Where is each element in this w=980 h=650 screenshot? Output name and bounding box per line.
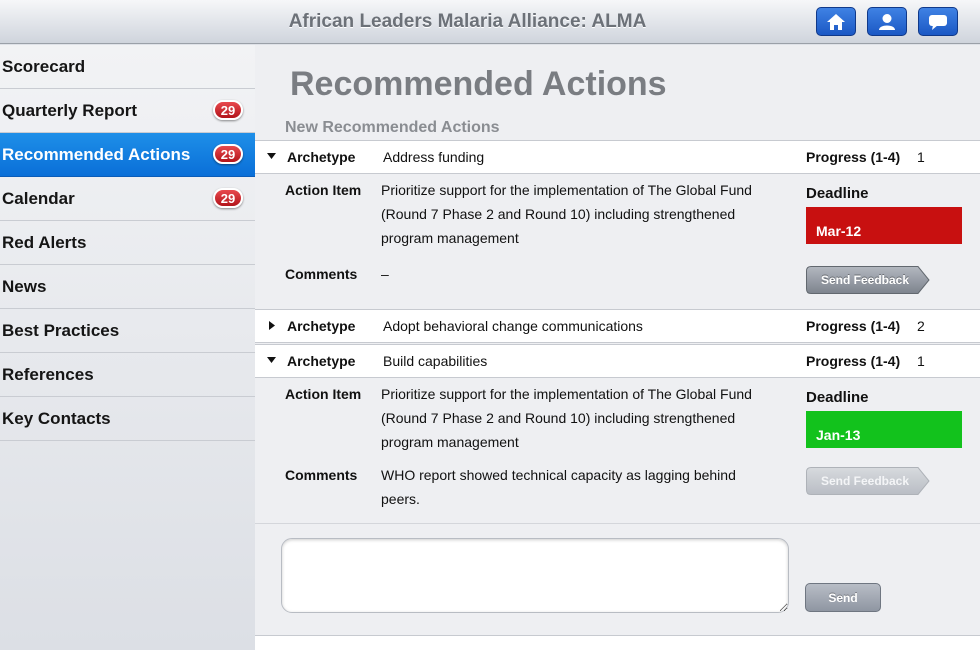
progress-value: 1 [917,149,925,165]
sidebar-item-label: Key Contacts [2,408,111,428]
sidebar-item-recommended-actions[interactable]: Recommended Actions 29 [0,133,255,177]
action-item-text: Prioritize support for the implementatio… [381,182,752,246]
archetype-row-address-funding[interactable]: Archetype Address funding Progress (1-4)… [255,140,980,174]
progress-value: 2 [917,318,925,334]
sidebar-item-references[interactable]: References [0,353,255,397]
top-bar: African Leaders Malaria Alliance: ALMA [0,0,980,44]
comments-text: – [381,266,389,282]
sidebar-item-label: Red Alerts [2,232,87,252]
disclosure-right-icon [269,321,275,330]
bottom-bar [255,635,980,650]
send-feedback-label: Send Feedback [820,474,910,488]
deadline-label: Deadline [806,185,869,202]
send-feedback-button[interactable]: Send Feedback [806,266,930,294]
sidebar: Scorecard Quarterly Report 29 Recommende… [0,45,255,650]
notification-badge: 29 [213,100,243,120]
main-content: Recommended Actions New Recommended Acti… [255,45,980,650]
comments-label: Comments [285,266,358,282]
archetype-label: Archetype [287,353,356,369]
deadline-value: Mar-12 [806,207,962,244]
page-title: Recommended Actions [290,65,667,103]
notification-badge: 29 [213,188,243,208]
messages-button[interactable] [918,7,958,36]
sidebar-item-quarterly-report[interactable]: Quarterly Report 29 [0,89,255,133]
disclosure-down-icon [267,153,276,159]
disclosure-down-icon [267,357,276,363]
sidebar-item-label: Recommended Actions [2,144,191,164]
sidebar-item-best-practices[interactable]: Best Practices [0,309,255,353]
chat-bubble-icon [929,14,947,30]
send-feedback-label: Send Feedback [820,273,910,287]
progress-label: Progress (1-4) [806,353,901,369]
sidebar-item-label: References [2,364,94,384]
comment-input[interactable] [281,538,789,613]
sidebar-item-label: Scorecard [2,56,86,76]
archetype-label: Archetype [287,149,356,165]
send-feedback-button-disabled[interactable]: Send Feedback [806,467,930,495]
action-item-label: Action Item [285,182,362,198]
comments-label: Comments [285,467,358,483]
divider [255,523,980,524]
sidebar-item-label: Best Practices [2,320,120,340]
progress-value: 1 [917,353,925,369]
home-button[interactable] [816,7,856,36]
deadline-value: Jan-13 [806,411,962,448]
action-item-label: Action Item [285,386,362,402]
notification-badge: 29 [213,144,243,164]
archetype-row-behavioral-change[interactable]: Archetype Adopt behavioral change commun… [255,309,980,343]
archetype-value: Address funding [383,149,485,165]
sidebar-item-label: News [2,276,47,296]
action-item-text: Prioritize support for the implementatio… [381,386,752,450]
archetype-value: Build capabilities [383,353,488,369]
sidebar-item-red-alerts[interactable]: Red Alerts [0,221,255,265]
app-title: African Leaders Malaria Alliance: ALMA [288,11,647,32]
user-icon [879,13,895,30]
deadline-label: Deadline [806,389,869,406]
sidebar-item-news[interactable]: News [0,265,255,309]
section-title: New Recommended Actions [285,119,500,136]
sidebar-item-calendar[interactable]: Calendar 29 [0,177,255,221]
sidebar-item-scorecard[interactable]: Scorecard [0,45,255,89]
profile-button[interactable] [867,7,907,36]
comments-text: WHO report showed technical capacity as … [381,467,736,507]
sidebar-item-label: Calendar [2,188,75,208]
sidebar-item-key-contacts[interactable]: Key Contacts [0,397,255,441]
home-icon [827,13,845,30]
progress-label: Progress (1-4) [806,318,901,334]
archetype-label: Archetype [287,318,356,334]
archetype-row-build-capabilities[interactable]: Archetype Build capabilities Progress (1… [255,344,980,378]
send-button[interactable]: Send [805,583,881,612]
archetype-value: Adopt behavioral change communications [383,318,643,334]
sidebar-item-label: Quarterly Report [2,100,138,120]
progress-label: Progress (1-4) [806,149,901,165]
